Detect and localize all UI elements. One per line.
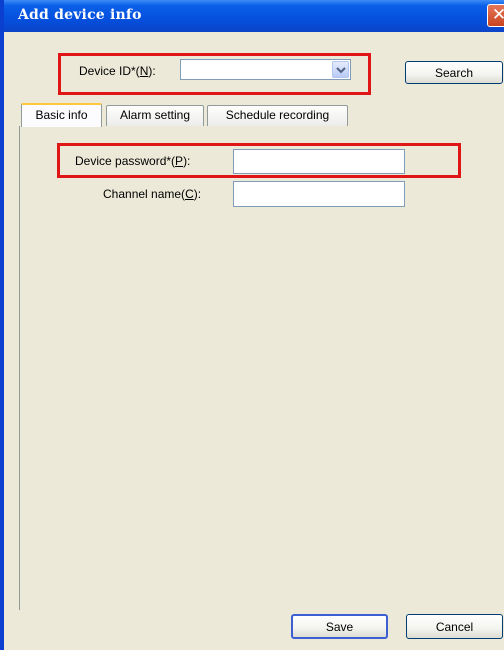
search-button[interactable]: Search xyxy=(405,61,503,84)
title-bar[interactable]: Add device info ✕ xyxy=(4,0,504,32)
tab-basic-info[interactable]: Basic info xyxy=(21,103,102,127)
channel-name-input[interactable] xyxy=(233,181,405,207)
device-id-combobox[interactable] xyxy=(180,59,351,80)
close-button[interactable]: ✕ xyxy=(487,4,504,27)
device-password-label: Device password*(P): xyxy=(75,154,191,168)
channel-name-label: Channel name(C): xyxy=(103,187,202,201)
cancel-button[interactable]: Cancel xyxy=(406,614,503,639)
add-device-dialog: Add device info ✕ Device ID*(N): Search … xyxy=(0,0,504,650)
chevron-down-icon[interactable] xyxy=(332,61,349,78)
tab-alarm-setting[interactable]: Alarm setting xyxy=(106,105,204,126)
close-icon: ✕ xyxy=(491,5,504,25)
device-password-input[interactable] xyxy=(233,149,405,174)
window-title: Add device info xyxy=(18,7,142,23)
save-button[interactable]: Save xyxy=(291,614,388,639)
tab-schedule-recording[interactable]: Schedule recording xyxy=(207,105,348,126)
device-id-label: Device ID*(N): xyxy=(79,64,156,78)
